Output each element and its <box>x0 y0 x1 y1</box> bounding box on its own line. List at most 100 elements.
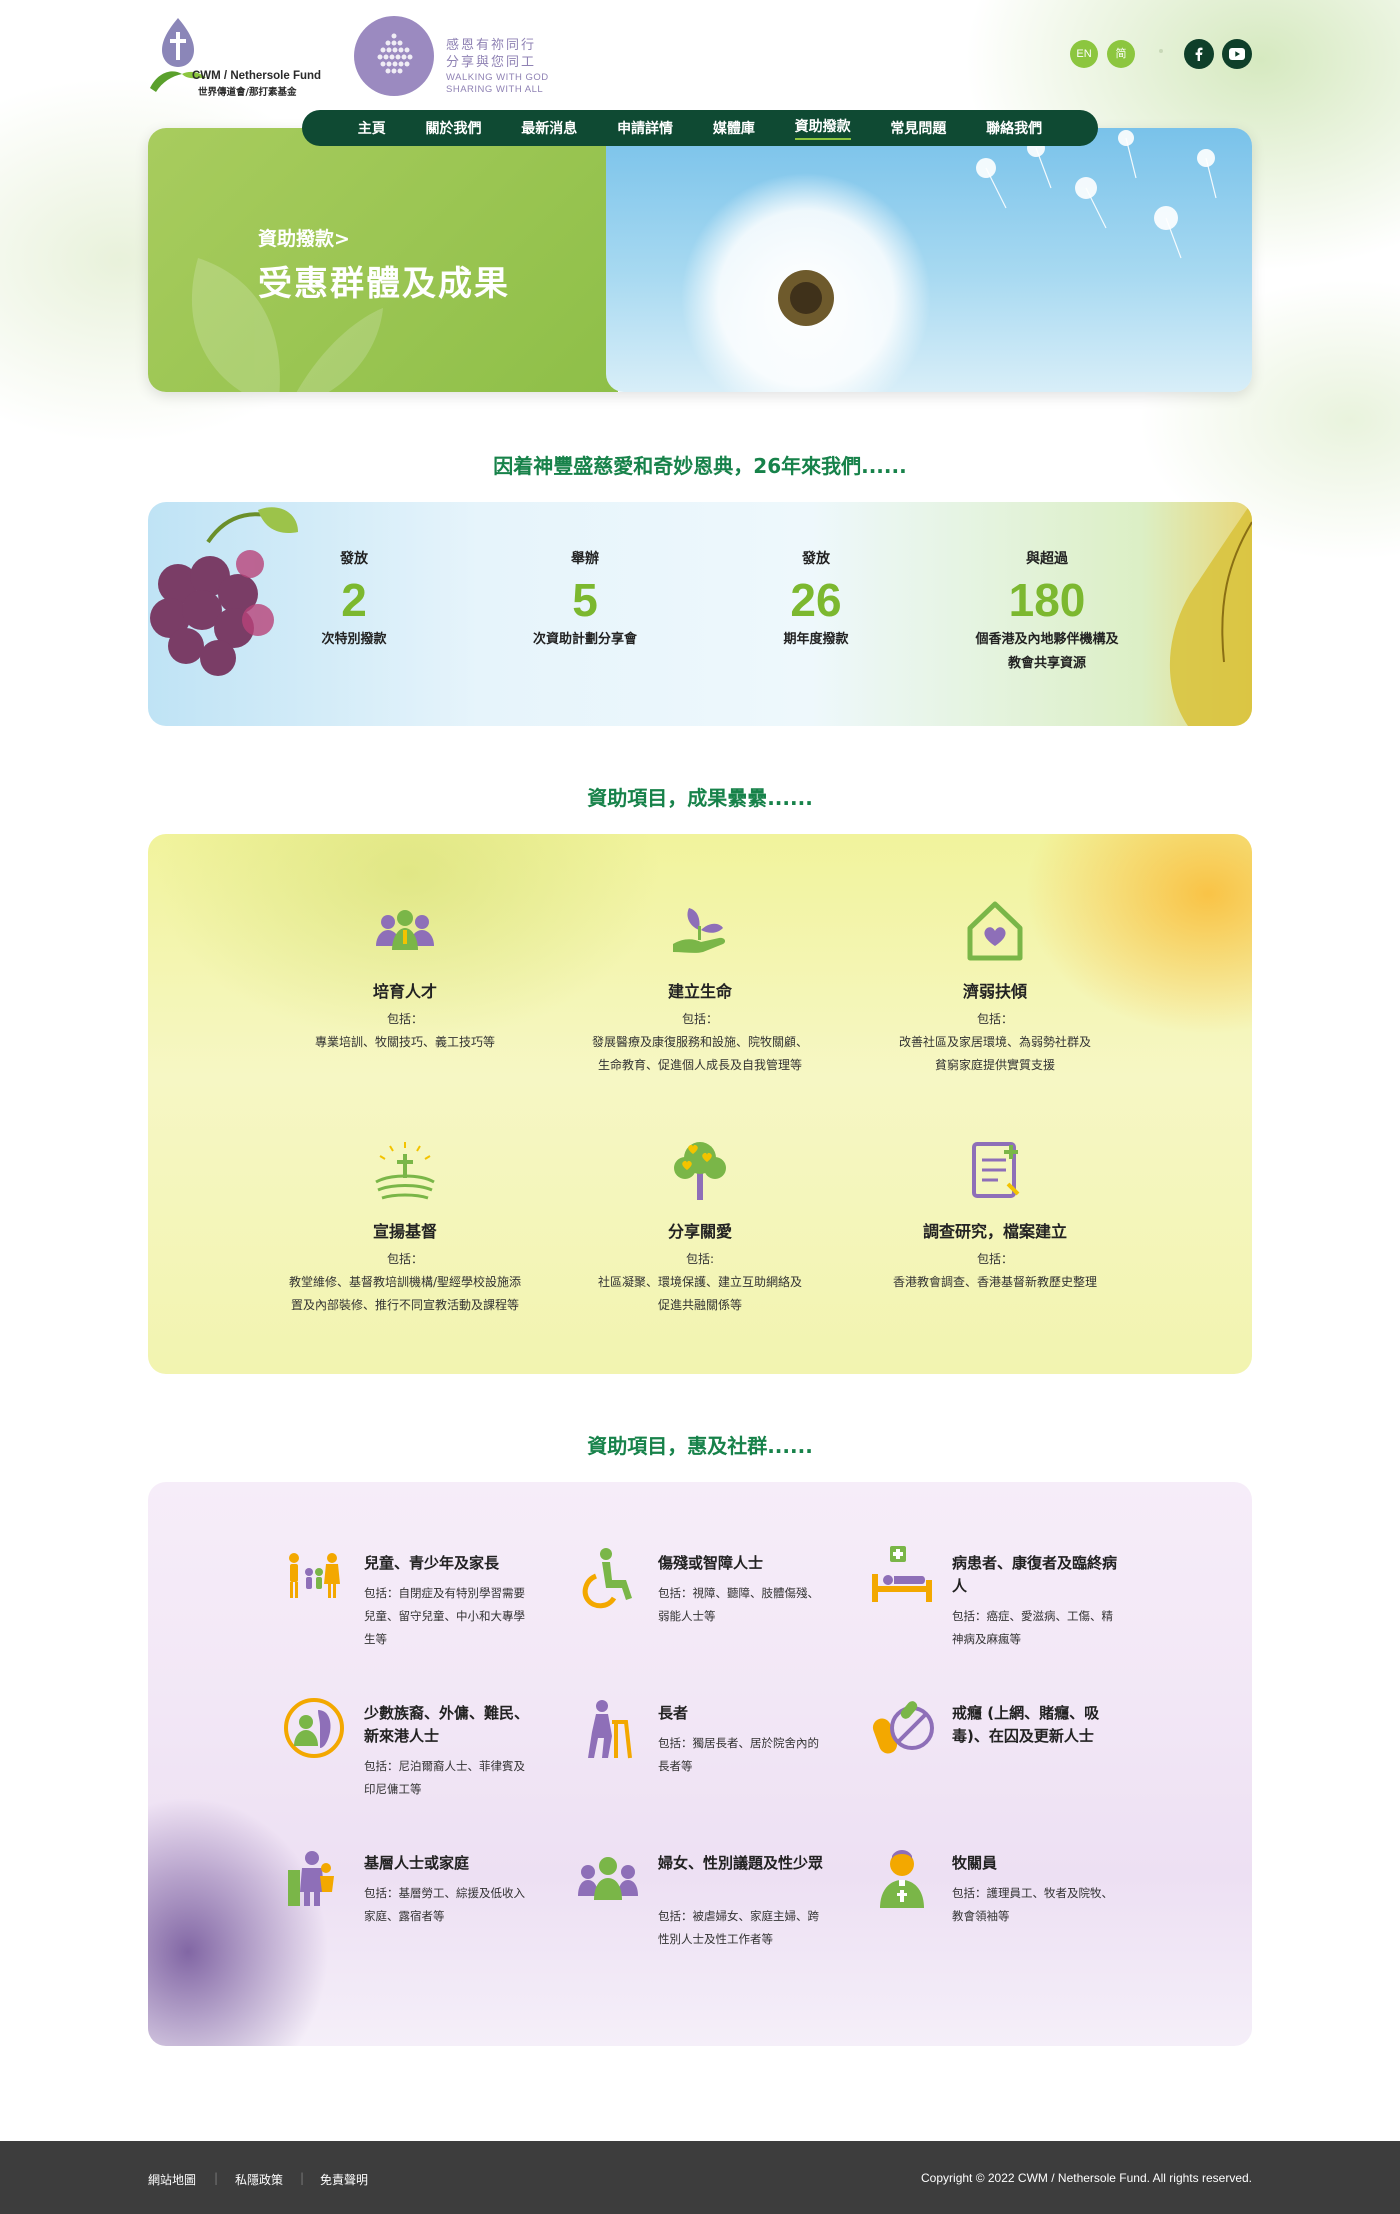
stat-prefix: 發放 <box>802 551 830 567</box>
stat-number: 2 <box>341 574 367 626</box>
stats-heading: 因着神豐盛慈愛和奇妙恩典，26年來我們...... <box>493 454 907 478</box>
stat-label: 期年度撥款 <box>783 632 849 647</box>
community-title: 病患者、康復者及臨終病人 <box>952 1554 1118 1595</box>
hospital-bed-icon <box>872 1546 932 1602</box>
hero-banner: 資助撥款> 受惠群體及成果 <box>148 128 1252 392</box>
result-desc-line2: 置及內部裝修、推行不同宣教活動及課程等 <box>290 1298 519 1312</box>
result-desc: 發展醫療及康復服務和設施、院牧關顧、 <box>591 1035 808 1049</box>
hand-plant-icon <box>673 908 726 953</box>
cwm-logo[interactable]: CWM / Nethersole Fund 世界傳道會/那打素基金 <box>148 16 338 98</box>
stat-sharing-sessions: 舉辦 5 次資助計劃分享會 <box>485 548 685 652</box>
nav-item-about[interactable]: 關於我們 <box>426 118 482 138</box>
community-desc: 包括：尼泊爾裔人士、菲律賓及印尼傭工等 <box>364 1759 525 1796</box>
language-sc-button[interactable]: 简 <box>1107 40 1135 68</box>
women-group-icon <box>578 1857 638 1900</box>
result-item: 分享關愛 包括: 社區凝聚、環境保護、建立互助網絡及 促進共融關係等 <box>550 1136 850 1317</box>
nav-item-apply[interactable]: 申請詳情 <box>617 118 673 138</box>
stat-annual-grants: 發放 26 期年度撥款 <box>716 548 916 652</box>
community-item: 病患者、康復者及臨終病人 包括：癌症、愛滋病、工傷、精神病及麻瘋等 <box>870 1546 1160 1666</box>
partner-slogan-line4: SHARING WITH ALL <box>446 84 544 95</box>
result-sub: 包括: <box>685 1252 715 1266</box>
result-item: 調查研究，檔案建立 包括： 香港教會調查、香港基督新教歷史整理 <box>845 1136 1145 1294</box>
community-item: 傷殘或智障人士 包括：視障、聽障、肢體傷殘、弱能人士等 <box>576 1546 866 1666</box>
header-divider-dot <box>1159 49 1163 53</box>
footer: 網站地圖 | 私隱政策 | 免責聲明 Copyright © 2022 CWM … <box>0 2141 1400 2214</box>
community-title: 基層人士或家庭 <box>364 1854 470 1872</box>
footer-link-privacy[interactable]: 私隱政策 <box>235 2171 283 2188</box>
community-desc: 包括：被虐婦女、家庭主婦、跨性別人士及性工作者等 <box>658 1909 819 1946</box>
community-item: 長者 包括：獨居長者、居於院舍內的長者等 <box>576 1696 866 1816</box>
breadcrumb-label: 資助撥款 <box>258 228 335 250</box>
community-title: 兒童、青少年及家長 <box>364 1554 500 1572</box>
result-sub: 包括： <box>976 1012 1013 1026</box>
stats-band: 發放 2 次特別撥款 舉辦 5 次資助計劃分享會 發放 26 期年度撥款 與超過… <box>148 502 1252 726</box>
result-title: 調查研究，檔案建立 <box>922 1222 1067 1241</box>
ethnic-minority-icon <box>284 1698 344 1758</box>
result-item: 建立生命 包括： 發展醫療及康復服務和設施、院牧關顧、 生命教育、促進個人成長及… <box>550 896 850 1077</box>
result-title: 培育人才 <box>372 982 437 1001</box>
footer-link-disclaimer[interactable]: 免責聲明 <box>320 2171 368 2188</box>
result-title: 分享關愛 <box>667 1222 732 1241</box>
result-sub: 包括： <box>681 1012 718 1026</box>
result-item: 濟弱扶傾 包括： 改善社區及家居環境、為弱勢社群及 貧窮家庭提供實質支援 <box>845 896 1145 1077</box>
dandelion-illustration <box>681 130 1217 392</box>
result-sub: 包括： <box>976 1252 1013 1266</box>
partner-logo[interactable]: 感恩有祢同行 分享與您同工 WALKING WITH GOD SHARING W… <box>354 16 564 98</box>
community-item: 兒童、青少年及家長 包括：自閉症及有特別學習需要兒童、留守兒童、中小和大專學生等 <box>282 1546 572 1666</box>
footer-link-sitemap[interactable]: 網站地圖 <box>148 2171 196 2188</box>
community-item: 牧關員 包括：護理員工、牧者及院牧、教會領袖等 <box>870 1846 1160 1966</box>
community-title: 長者 <box>658 1704 689 1722</box>
stat-special-grants: 發放 2 次特別撥款 <box>254 548 454 652</box>
nav-item-grants[interactable]: 資助撥款 <box>794 116 851 140</box>
youtube-button[interactable] <box>1222 39 1252 69</box>
result-title: 濟弱扶傾 <box>962 982 1027 1001</box>
result-title: 宣揚基督 <box>372 1222 437 1241</box>
result-sub: 包括： <box>386 1012 423 1026</box>
community-item: 基層人士或家庭 包括：基層勞工、綜援及低收入家庭、露宿者等 <box>282 1846 572 1966</box>
community-desc: 包括：基層勞工、綜援及低收入家庭、露宿者等 <box>364 1886 525 1923</box>
pastor-icon <box>880 1850 924 1908</box>
result-desc-line2: 生命教育、促進個人成長及自我管理等 <box>597 1058 802 1072</box>
community-desc: 包括：癌症、愛滋病、工傷、精神病及麻瘋等 <box>952 1609 1113 1646</box>
people-training-icon <box>376 910 434 950</box>
main-nav: 主頁 關於我們 最新消息 申請詳情 媒體庫 資助撥款 常見問題 聯絡我們 <box>302 110 1098 146</box>
nav-item-home[interactable]: 主頁 <box>358 118 386 138</box>
research-document-icon <box>972 1142 1020 1198</box>
result-desc-line2: 貧窮家庭提供實質支援 <box>934 1058 1055 1072</box>
stat-number: 5 <box>572 574 598 626</box>
stat-prefix: 發放 <box>340 551 368 567</box>
heart-tree-icon <box>674 1142 726 1200</box>
logo-english-name: CWM / Nethersole Fund <box>192 70 322 82</box>
logo-chinese-name: 世界傳道會/那打素基金 <box>198 87 297 98</box>
nav-item-news[interactable]: 最新消息 <box>521 118 577 138</box>
stat-label: 個香港及內地夥伴機構及 <box>975 632 1119 647</box>
community-title: 婦女、性別議題及性少眾 <box>658 1854 824 1872</box>
stat-label: 次資助計劃分享會 <box>532 632 637 647</box>
community-title: 傷殘或智障人士 <box>658 1554 764 1572</box>
result-sub: 包括： <box>386 1252 423 1266</box>
stat-prefix: 舉辦 <box>571 551 599 567</box>
facebook-button[interactable] <box>1184 39 1214 69</box>
community-title: 牧關員 <box>952 1854 998 1872</box>
stat-partners: 與超過 180 個香港及內地夥伴機構及 教會共享資源 <box>947 548 1147 676</box>
leaf-decoration <box>1169 502 1252 726</box>
nav-item-media[interactable]: 媒體庫 <box>713 118 755 138</box>
nav-item-contact[interactable]: 聯絡我們 <box>986 118 1042 138</box>
result-item: 培育人才 包括： 專業培訓、牧關技巧、義工技巧等 <box>255 896 555 1054</box>
stat-label-line2: 教會共享資源 <box>1007 656 1086 671</box>
community-item: 婦女、性別議題及性少眾 包括：被虐婦女、家庭主婦、跨性別人士及性工作者等 <box>576 1846 866 1966</box>
community-item: 少數族裔、外傭、難民、新來港人士 包括：尼泊爾裔人士、菲律賓及印尼傭工等 <box>282 1696 572 1816</box>
page-title: 受惠群體及成果 <box>258 264 510 304</box>
result-desc: 社區凝聚、環境保護、建立互助網絡及 <box>597 1275 802 1289</box>
nav-item-faq[interactable]: 常見問題 <box>890 118 946 138</box>
footer-separator: | <box>300 2171 305 2185</box>
community-title: 少數族裔、外傭、難民、新來港人士 <box>364 1704 530 1745</box>
results-panel: 培育人才 包括： 專業培訓、牧關技巧、義工技巧等 建立生命 包括： 發展醫療及康… <box>148 834 1252 1374</box>
hero-breadcrumb[interactable]: 資助撥款> <box>258 224 350 251</box>
result-desc: 香港教會調查、香港基督新教歷史整理 <box>892 1275 1097 1289</box>
partner-slogan-line3: WALKING WITH GOD <box>446 72 549 83</box>
language-en-button[interactable]: EN <box>1070 40 1098 68</box>
hero-dandelion-image <box>606 128 1252 392</box>
community-panel: 兒童、青少年及家長 包括：自閉症及有特別學習需要兒童、留守兒童、中小和大專學生等… <box>148 1482 1252 2046</box>
footer-separator: | <box>214 2171 219 2185</box>
